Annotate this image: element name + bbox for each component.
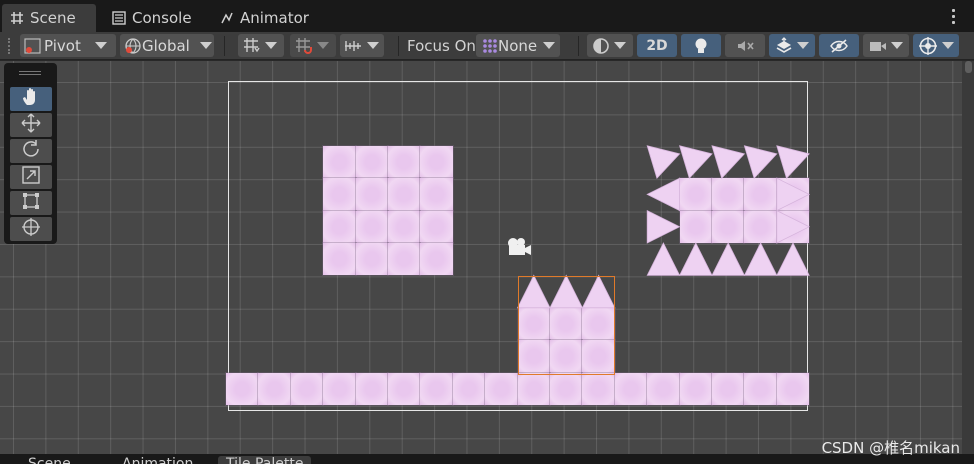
dots-grid-icon	[482, 38, 498, 54]
snap-increment-dropdown[interactable]	[290, 34, 336, 57]
draw-mode-dropdown[interactable]	[587, 34, 633, 57]
pivot-icon	[24, 37, 42, 55]
grid-snap-icon	[243, 37, 261, 55]
tab-console[interactable]: Console	[104, 4, 200, 32]
grid-snap-dropdown[interactable]	[238, 34, 284, 57]
console-icon	[112, 11, 126, 25]
chevron-down-icon	[367, 42, 379, 49]
camera-settings-dropdown[interactable]	[863, 34, 909, 57]
spike	[678, 242, 713, 276]
tab-bar: Scene Console Animator	[0, 0, 974, 32]
tab-scene[interactable]: Scene	[2, 4, 96, 32]
chevron-down-icon	[614, 42, 626, 49]
spike	[646, 177, 680, 212]
spike	[776, 145, 810, 179]
video-camera-icon	[869, 38, 887, 54]
camera-gizmo-icon[interactable]	[505, 236, 533, 262]
spike	[646, 209, 681, 244]
scene-viewport[interactable]	[0, 61, 974, 454]
chevron-down-icon	[199, 42, 212, 49]
shading-mode-icon	[592, 37, 610, 55]
more-options-icon[interactable]	[952, 9, 956, 27]
rotate-tool-button[interactable]	[10, 139, 52, 163]
tab-label: Console	[132, 9, 192, 27]
focus-target-value: None	[498, 36, 538, 55]
move-arrows-icon	[21, 113, 41, 137]
chevron-down-icon	[94, 42, 107, 49]
scale-tool-button[interactable]	[10, 165, 52, 189]
effects-dropdown[interactable]	[769, 34, 815, 57]
toolbar-grip	[8, 38, 12, 54]
spike	[646, 145, 681, 179]
toggle-2d-label: 2D	[646, 37, 668, 54]
transform-icon	[21, 217, 41, 241]
chevron-down-icon	[317, 42, 329, 49]
chevron-down-icon	[942, 42, 954, 49]
toggle-2d-button[interactable]: 2D	[637, 34, 677, 57]
gizmos-dropdown[interactable]	[913, 34, 959, 57]
spike	[711, 242, 746, 276]
layers-icon	[775, 36, 793, 55]
eye-slash-icon	[829, 38, 849, 54]
gizmos-icon	[918, 36, 938, 56]
spike	[776, 177, 811, 212]
transform-tool-button[interactable]	[10, 217, 52, 241]
grid-icon	[10, 11, 24, 25]
focus-target-dropdown[interactable]: None	[476, 34, 560, 57]
rotate-icon	[21, 139, 41, 163]
pivot-dropdown[interactable]: Pivot	[20, 34, 116, 57]
scene-toolbar: Pivot Global Focus On None 2D	[0, 32, 974, 60]
hand-tool-button[interactable]	[10, 87, 52, 111]
tab-label: Animator	[240, 9, 309, 27]
hand-icon	[21, 87, 41, 111]
divider	[578, 36, 579, 56]
spike	[646, 242, 681, 276]
chevron-down-icon	[891, 42, 903, 49]
rect-transform-icon	[21, 191, 41, 215]
tab-label: Scene	[30, 9, 76, 27]
tab-animation[interactable]: Animation	[122, 456, 193, 464]
move-tool-button[interactable]	[10, 113, 52, 137]
scrollbar-thumb[interactable]	[965, 61, 972, 73]
globe-icon	[124, 37, 142, 55]
selected-object-outline[interactable]	[518, 276, 615, 375]
focus-on-label: Focus On	[407, 37, 476, 55]
global-dropdown[interactable]: Global	[120, 34, 214, 57]
ruler-icon	[343, 37, 363, 55]
vertical-scrollbar[interactable]	[962, 61, 974, 454]
global-label: Global	[142, 36, 190, 55]
spike	[679, 145, 713, 179]
chevron-down-icon	[797, 42, 809, 49]
magnet-grid-icon	[295, 37, 313, 55]
tab-animator[interactable]: Animator	[212, 4, 317, 32]
chevron-down-icon	[543, 42, 556, 49]
spike-tiles	[516, 145, 811, 309]
watermark-text: CSDN @椎名mikan	[821, 439, 960, 457]
spike	[776, 209, 811, 244]
speaker-muted-icon	[736, 38, 754, 54]
tools-overlay	[4, 63, 57, 244]
divider	[398, 36, 399, 56]
audio-toggle-button[interactable]	[725, 34, 765, 57]
lighting-toggle-button[interactable]	[681, 34, 721, 57]
rect-tool-button[interactable]	[10, 191, 52, 215]
increment-snap-dropdown[interactable]	[340, 34, 384, 57]
tab-tile-palette[interactable]: Tile Palette	[218, 456, 312, 464]
scene-visibility-button[interactable]	[819, 34, 859, 57]
divider	[224, 36, 225, 56]
spike	[711, 145, 746, 179]
spike	[743, 242, 778, 276]
spike	[743, 145, 778, 179]
spike	[776, 242, 810, 276]
chevron-down-icon	[265, 42, 277, 49]
tools-drag-handle[interactable]	[19, 71, 41, 75]
animator-icon	[220, 11, 234, 25]
pivot-label: Pivot	[44, 36, 81, 55]
tab-scene-bottom[interactable]: Scene	[28, 456, 71, 464]
lightbulb-icon	[693, 37, 709, 55]
scale-icon	[21, 165, 41, 189]
